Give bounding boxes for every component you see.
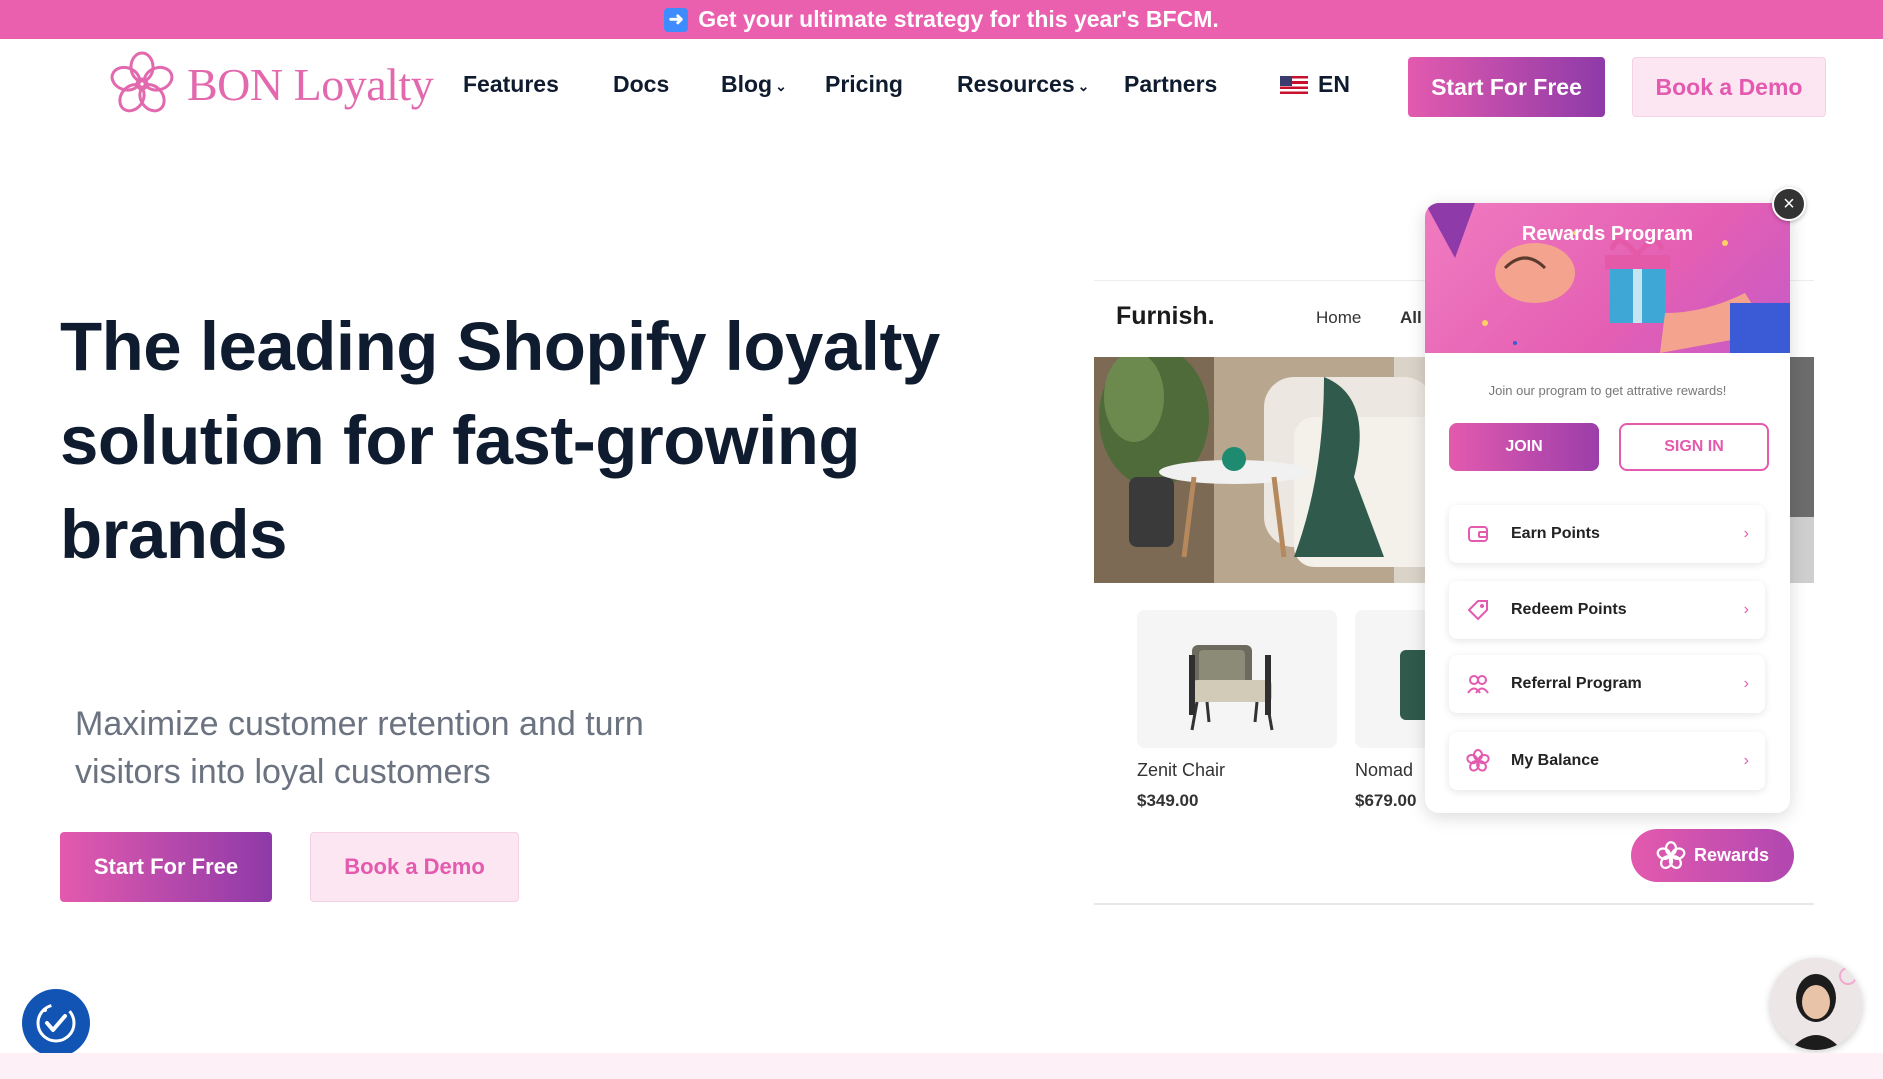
flower-icon [1465, 748, 1491, 774]
nav-start-free-label: Start For Free [1431, 73, 1582, 100]
nav-partners[interactable]: Partners [1124, 71, 1217, 98]
promo-banner[interactable]: ➜ Get your ultimate strategy for this ye… [0, 0, 1883, 39]
rewards-popup-description: Join our program to get attrative reward… [1488, 383, 1727, 398]
nav-book-demo-button[interactable]: Book a Demo [1632, 57, 1826, 117]
hero-subtitle-line: Maximize customer retention and turn [75, 705, 644, 743]
nav-pricing-label: Pricing [825, 71, 903, 97]
rewards-popup: Rewards Program Join our program to get … [1425, 203, 1790, 813]
nav-start-free-button[interactable]: Start For Free [1408, 57, 1605, 117]
chevron-right-icon: › [1743, 675, 1749, 692]
store-nav-home: Home [1316, 308, 1362, 327]
person-avatar-image [1770, 958, 1862, 1050]
join-label: JOIN [1505, 438, 1543, 455]
support-chat-avatar[interactable] [1770, 958, 1862, 1050]
hero-title: The leading Shopify loyalty solution for… [60, 300, 940, 582]
nav-blog-label: Blog [721, 71, 773, 97]
hero-book-demo-label: Book a Demo [344, 854, 485, 879]
promo-banner-text[interactable]: Get your ultimate strategy for this year… [698, 6, 1219, 33]
chevron-down-icon: ⌄ [1077, 77, 1090, 94]
hero-title-line: solution for fast-growing [60, 402, 861, 479]
product-price: $679.00 [1355, 791, 1417, 810]
sign-in-label: SIGN IN [1664, 438, 1724, 455]
nav-pricing[interactable]: Pricing [825, 71, 903, 98]
product-card[interactable] [1355, 610, 1435, 748]
nav-partners-label: Partners [1124, 71, 1218, 97]
product-name: Nomad [1355, 760, 1414, 780]
rewards-popup-title: Rewards Program [1521, 223, 1694, 245]
store-name: Furnish. [1116, 302, 1215, 330]
rewards-launcher-label: Rewards [1693, 845, 1770, 865]
nav-blog[interactable]: Blog ⌄ [721, 71, 787, 98]
nav-book-demo-label: Book a Demo [1655, 73, 1803, 100]
language-label: EN [1318, 71, 1350, 97]
nav-resources-label: Resources [957, 71, 1075, 97]
sign-in-button[interactable]: SIGN IN [1619, 423, 1769, 471]
arrow-right-icon: ➜ [664, 7, 689, 32]
product-card[interactable] [1137, 610, 1337, 748]
chevron-right-icon: › [1743, 525, 1749, 542]
section-divider [0, 1053, 1883, 1079]
earn-points-row[interactable]: Earn Points › [1449, 505, 1765, 563]
rewards-popup-body: Join our program to get attrative reward… [1425, 353, 1790, 813]
nav-docs[interactable]: Docs [613, 71, 669, 98]
my-balance-label: My Balance [1511, 752, 1600, 769]
rewards-popup-header: Rewards Program [1425, 203, 1790, 353]
earn-points-label: Earn Points [1511, 525, 1600, 542]
wallet-icon [1465, 521, 1491, 547]
hero-subtitle-line: visitors into loyal customers [75, 753, 491, 791]
chair-image [1400, 650, 1430, 720]
logo-text: BON Loyalty [187, 58, 434, 110]
hero-title-line: The leading Shopify loyalty [60, 308, 940, 385]
language-selector[interactable]: EN [1280, 71, 1350, 98]
referral-program-label: Referral Program [1511, 675, 1642, 692]
nav-resources[interactable]: Resources ⌄ [957, 71, 1089, 98]
store-nav-all: All [1400, 308, 1422, 327]
flower-icon [1656, 840, 1686, 869]
nav-docs-label: Docs [613, 71, 670, 97]
hero-title-line: brands [60, 496, 288, 573]
close-popup-button[interactable]: × [1772, 187, 1806, 221]
chevron-right-icon: › [1743, 601, 1749, 618]
logo[interactable]: BON Loyalty [107, 49, 434, 119]
my-balance-row[interactable]: My Balance › [1449, 732, 1765, 790]
accessibility-button[interactable] [22, 989, 90, 1057]
chevron-right-icon: › [1743, 752, 1749, 769]
nav-features[interactable]: Features [463, 71, 559, 98]
product-name: Zenit Chair [1137, 760, 1226, 780]
chair-image [1189, 645, 1274, 731]
hero-subtitle: Maximize customer retention and turn vis… [75, 700, 795, 796]
accessibility-icon [36, 1003, 76, 1043]
redeem-points-label: Redeem Points [1511, 601, 1627, 618]
tag-icon [1465, 597, 1491, 623]
close-icon: × [1783, 192, 1795, 215]
us-flag-icon [1280, 75, 1308, 94]
main-nav: BON Loyalty Features Docs Blog ⌄ Pricing… [0, 39, 1883, 131]
rewards-launcher-button[interactable]: Rewards [1631, 829, 1794, 882]
referral-program-row[interactable]: Referral Program › [1449, 655, 1765, 713]
hero-book-demo-button[interactable]: Book a Demo [310, 832, 519, 902]
hero-start-free-label: Start For Free [93, 854, 239, 879]
users-icon [1465, 671, 1491, 697]
hero-start-free-button[interactable]: Start For Free [60, 832, 272, 902]
flower-logo-icon [110, 51, 174, 113]
join-button[interactable]: JOIN [1449, 423, 1599, 471]
chevron-down-icon: ⌄ [775, 77, 787, 94]
divider [1094, 903, 1814, 905]
product-price: $349.00 [1137, 791, 1199, 810]
nav-features-label: Features [463, 71, 559, 97]
redeem-points-row[interactable]: Redeem Points › [1449, 581, 1765, 639]
